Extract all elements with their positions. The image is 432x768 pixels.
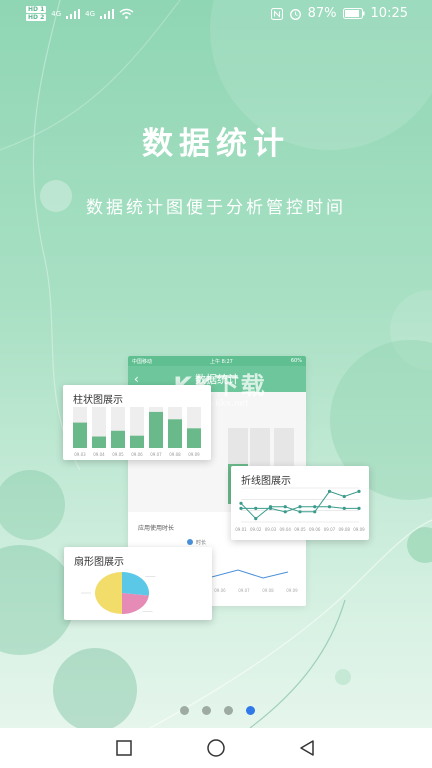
mock-section-label: 应用使用时长 <box>138 524 174 532</box>
data-point <box>298 505 302 509</box>
mock-legend-label: 时长 <box>196 539 206 546</box>
mock-status-bar: 中国移动 上午 8:27 60% <box>128 356 306 366</box>
pie-slice <box>122 572 149 596</box>
line-tick-label: 09.01 <box>235 527 247 532</box>
line-tick-label: 09.04 <box>280 527 292 532</box>
battery-percent: 87% <box>307 6 337 21</box>
pie-chart <box>81 572 156 614</box>
data-point <box>254 517 258 521</box>
system-nav-bar <box>0 728 432 768</box>
bar <box>187 428 201 448</box>
status-bar: HD 1 HD 2 4G 4G 87% 10:25 <box>0 0 432 28</box>
onboarding-screen: HD 1 HD 2 4G 4G 87% 10:25 数据统计 数据统计图便于分析… <box>0 0 432 768</box>
bar-chart-card: 柱状图展示 09.03 09.04 09.05 09.06 09.07 09.08 09.0… <box>63 385 211 460</box>
bar <box>168 419 182 448</box>
signal-icon <box>66 8 81 19</box>
bar-tick-label: 09.08 <box>169 452 181 457</box>
data-point <box>268 506 273 510</box>
page-dot[interactable] <box>224 706 233 715</box>
line-tick-label: 09.08 <box>339 527 351 532</box>
line-tick-label: 09.07 <box>324 527 336 532</box>
page-title: 数据统计 <box>142 126 290 162</box>
series-line <box>240 490 360 520</box>
line-tick-label: 09.05 <box>294 527 306 532</box>
pie-slice <box>95 572 122 614</box>
line-tick-label: 09.06 <box>309 527 321 532</box>
battery-icon <box>342 8 365 19</box>
bar-tick-label: 09.05 <box>112 452 124 457</box>
bar <box>130 435 144 448</box>
nfc-icon <box>270 7 283 20</box>
bar <box>111 430 125 448</box>
page-dot[interactable] <box>246 706 255 715</box>
mock-date-label: 09.06 <box>214 588 226 593</box>
signal-icon-2 <box>100 8 115 19</box>
network-type-2: 4G <box>85 9 96 18</box>
page-indicator <box>180 706 255 715</box>
mock-date-label: 09.09 <box>286 588 298 593</box>
mock-date-label: 09.07 <box>238 588 250 593</box>
data-point <box>357 489 361 493</box>
bar-tick-label: 09.04 <box>93 452 105 457</box>
home-button[interactable] <box>205 738 225 758</box>
pie-slice <box>122 593 149 614</box>
page-dot[interactable] <box>180 706 189 715</box>
data-point <box>313 510 317 514</box>
wifi-icon <box>119 8 134 19</box>
bar-tick-label: 09.03 <box>74 452 86 457</box>
mock-date-label: 09.08 <box>262 588 274 593</box>
data-point <box>239 501 243 505</box>
data-point <box>254 506 258 510</box>
data-point <box>327 505 332 509</box>
data-point <box>283 510 287 514</box>
bar-chart: 09.03 09.04 09.05 09.06 09.07 09.08 09.09 <box>73 407 201 457</box>
page-dot[interactable] <box>202 706 211 715</box>
bar <box>149 411 163 448</box>
back-button[interactable] <box>297 738 317 758</box>
data-point <box>298 510 302 514</box>
line-tick-label: 09.02 <box>250 527 262 532</box>
bar <box>92 436 106 448</box>
data-point <box>239 506 243 510</box>
data-point <box>342 494 346 499</box>
line-chart-card: 折线图展示 09.01 09.02 09.03 09.04 09.05 09.06 09.0… <box>231 466 369 540</box>
line-tick-label: 09.03 <box>265 527 277 532</box>
bar-tick-label: 09.09 <box>188 452 200 457</box>
bar <box>73 422 87 448</box>
sim-indicator: HD 1 HD 2 <box>26 6 47 21</box>
data-point <box>357 506 361 510</box>
network-type: 4G <box>51 9 62 18</box>
alarm-icon <box>289 8 301 20</box>
back-arrow-icon: ‹ <box>134 372 139 386</box>
data-point <box>283 505 287 509</box>
bar-tick-label: 09.06 <box>131 452 143 457</box>
clock: 10:25 <box>370 6 408 21</box>
data-point <box>342 506 346 510</box>
page-subtitle: 数据统计图便于分析管控时间 <box>86 198 346 218</box>
recent-apps-button[interactable] <box>114 738 134 758</box>
pie-chart-card: 扇形图展示 <box>64 547 212 620</box>
data-point <box>327 489 332 493</box>
bar-tick-label: 09.07 <box>150 452 162 457</box>
line-chart: 09.01 09.02 09.03 09.04 09.05 09.06 09.07 09.08… <box>235 487 365 532</box>
line-tick-label: 09.09 <box>353 527 365 532</box>
data-point <box>313 505 317 509</box>
